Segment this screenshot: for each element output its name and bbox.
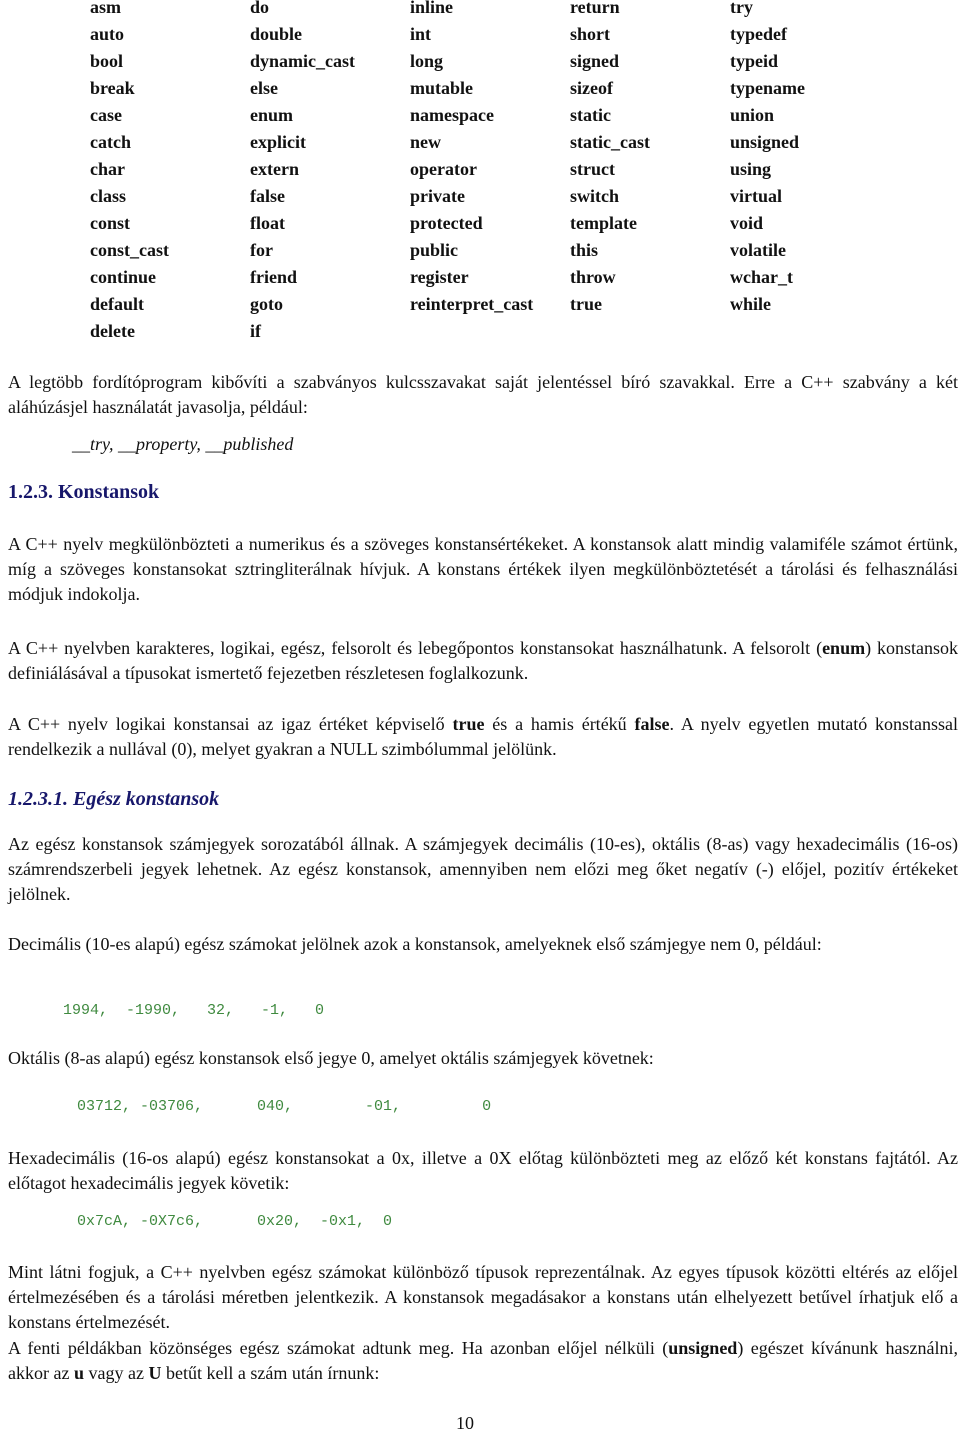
keyword-cell: enum [250,105,294,125]
keyword-cell: class [90,186,126,206]
keyword-cell: while [730,294,772,314]
subsection-heading: 1.2.3.1. Egész konstansok [8,788,220,810]
keyword-cell: signed [570,51,620,71]
octal-paragraph: Oktális (8-as alapú) egész konstansok el… [8,1048,654,1068]
page-number: 10 [456,1413,474,1433]
keyword-cell: goto [250,294,283,314]
keyword-cell: extern [250,159,299,179]
keyword-cell: this [570,240,599,260]
keyword-cell: else [250,78,278,98]
suffix-U: U [148,1363,162,1383]
text: betűt kell a szám után írnunk: [161,1363,380,1383]
hex-paragraph: Hexadecimális (16-os alapú) egész konsta… [8,1148,958,1193]
keyword-cell: for [250,240,273,260]
keyword-cell: reinterpret_cast [410,294,534,314]
underscore-examples: __try, __property, __published [72,434,294,454]
keyword-cell: delete [90,321,135,341]
keyword-cell [570,318,730,345]
keyword-cell: default [90,294,144,314]
logical-constants-paragraph: A C++ nyelv logikai konstansai az igaz é… [8,712,958,762]
keyword-cell: wchar_t [730,267,793,287]
keyword-cell: true [570,294,602,314]
keyword-enum: enum [822,638,866,658]
keyword-cell [730,318,890,345]
keyword-cell: short [570,24,610,44]
keyword-cell: void [730,213,764,233]
keyword-cell: volatile [730,240,786,260]
keyword-cell: char [90,159,125,179]
intro-paragraph: A legtöbb fordítóprogram kibővíti a szab… [8,372,958,417]
keyword-cell: break [90,78,135,98]
text: és a hamis értékű [484,714,635,734]
keyword-cell: struct [570,159,615,179]
keyword-cell: do [250,0,270,17]
keyword-cell: float [250,213,285,233]
keyword-cell: explicit [250,132,306,152]
keyword-cell: throw [570,267,616,287]
keyword-cell: register [410,267,469,287]
keyword-cell: asm [90,0,121,17]
keyword-cell: double [250,24,303,44]
keyword-true: true [452,714,485,734]
document-page: asm do inline return try auto double int short ty… [0,0,960,1434]
keyword-cell: mutable [410,78,473,98]
constants-paragraph: A C++ nyelv megkülönbözteti a numerikus … [8,534,958,604]
integer-types-paragraph: Mint látni fogjuk, a C++ nyelvben egész … [8,1262,958,1332]
keyword-cell: typeid [730,51,779,71]
decimal-paragraph: Decimális (10-es alapú) egész számokat j… [8,934,822,954]
keyword-cell: union [730,105,775,125]
keyword-cell: static_cast [570,132,650,152]
keyword-cell: bool [90,51,124,71]
keyword-cell: using [730,159,772,179]
keyword-cell: namespace [410,105,494,125]
unsigned-paragraph: A fenti példákban közönséges egész számo… [8,1336,958,1386]
text: A C++ nyelv logikai konstansai az igaz é… [8,714,453,734]
text: A C++ nyelvben karakteres, logikai, egés… [8,638,823,658]
keyword-false: false [634,714,670,734]
section-heading: 1.2.3. Konstansok [8,481,160,503]
keyword-cell: template [570,213,637,233]
keyword-cell: typedef [730,24,787,44]
octal-code-example: 03712, -03706, 040, -01, 0 [77,1098,492,1115]
keyword-cell: false [250,186,285,206]
keyword-cell: sizeof [570,78,613,98]
keyword-cell: operator [410,159,477,179]
keyword-cell: static [570,105,611,125]
keyword-cell: const_cast [90,240,169,260]
keyword-cell: virtual [730,186,782,206]
text: A fenti példákban közönséges egész számo… [8,1338,669,1358]
keyword-cell: const [90,213,130,233]
integer-constants-paragraph: Az egész konstansok számjegyek sorozatáb… [8,834,958,904]
keyword-cell: switch [570,186,619,206]
keyword-cell: if [250,321,261,341]
text: vagy az [83,1363,149,1383]
keyword-cell: protected [410,213,483,233]
keyword-cell: typename [730,78,805,98]
keyword-cell: try [730,0,753,17]
keyword-cell: return [570,0,620,17]
hex-code-example: 0x7cA, -0X7c6, 0x20, -0x1, 0 [77,1213,393,1230]
keyword-cell: long [410,51,444,71]
keyword-cell: case [90,105,122,125]
keyword-cell: auto [90,24,125,44]
keyword-cell: catch [90,132,131,152]
keyword-table: asm do inline return try auto double int short ty… [90,0,890,345]
keyword-cell [410,318,570,345]
keyword-cell: int [410,24,432,44]
keyword-unsigned: unsigned [668,1338,738,1358]
suffix-u: u [73,1363,84,1383]
keyword-cell: public [410,240,459,260]
keyword-cell: continue [90,267,157,287]
decimal-code-example: 1994, -1990, 32, -1, 0 [63,1002,325,1019]
keyword-cell: unsigned [730,132,800,152]
keyword-cell: dynamic_cast [250,51,355,71]
constant-kinds-paragraph: A C++ nyelvben karakteres, logikai, egés… [8,636,958,686]
keyword-cell: friend [250,267,297,287]
keyword-cell: new [410,132,441,152]
keyword-cell: inline [410,0,454,17]
keyword-cell: private [410,186,465,206]
